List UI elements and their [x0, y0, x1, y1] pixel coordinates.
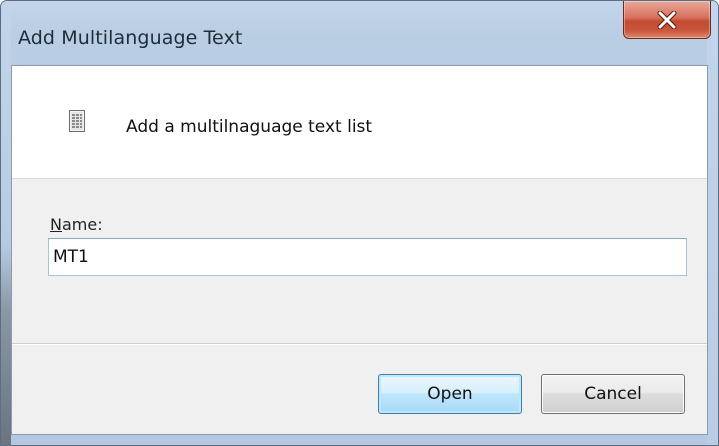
header-panel: Add a multilnaguage text list — [12, 66, 707, 179]
document-icon — [69, 110, 85, 132]
dialog-client-area: Add a multilnaguage text list Name: Open… — [11, 65, 708, 435]
name-label-rest: ame: — [61, 215, 103, 234]
open-button[interactable]: Open — [378, 374, 522, 414]
cancel-button[interactable]: Cancel — [541, 374, 685, 414]
header-instruction: Add a multilnaguage text list — [126, 117, 373, 137]
name-label-access-key: N — [50, 215, 62, 234]
close-button[interactable] — [623, 1, 711, 39]
window-frame-left — [1, 1, 11, 445]
close-icon — [657, 10, 677, 29]
name-label: Name: — [50, 215, 103, 234]
window-frame-right — [707, 1, 718, 445]
button-area-divider-highlight — [12, 344, 707, 345]
window-title: Add Multilanguage Text — [18, 27, 243, 49]
name-input[interactable] — [48, 238, 687, 276]
dialog-window: Add Multilanguage Text Add a multilnagua… — [0, 0, 719, 446]
